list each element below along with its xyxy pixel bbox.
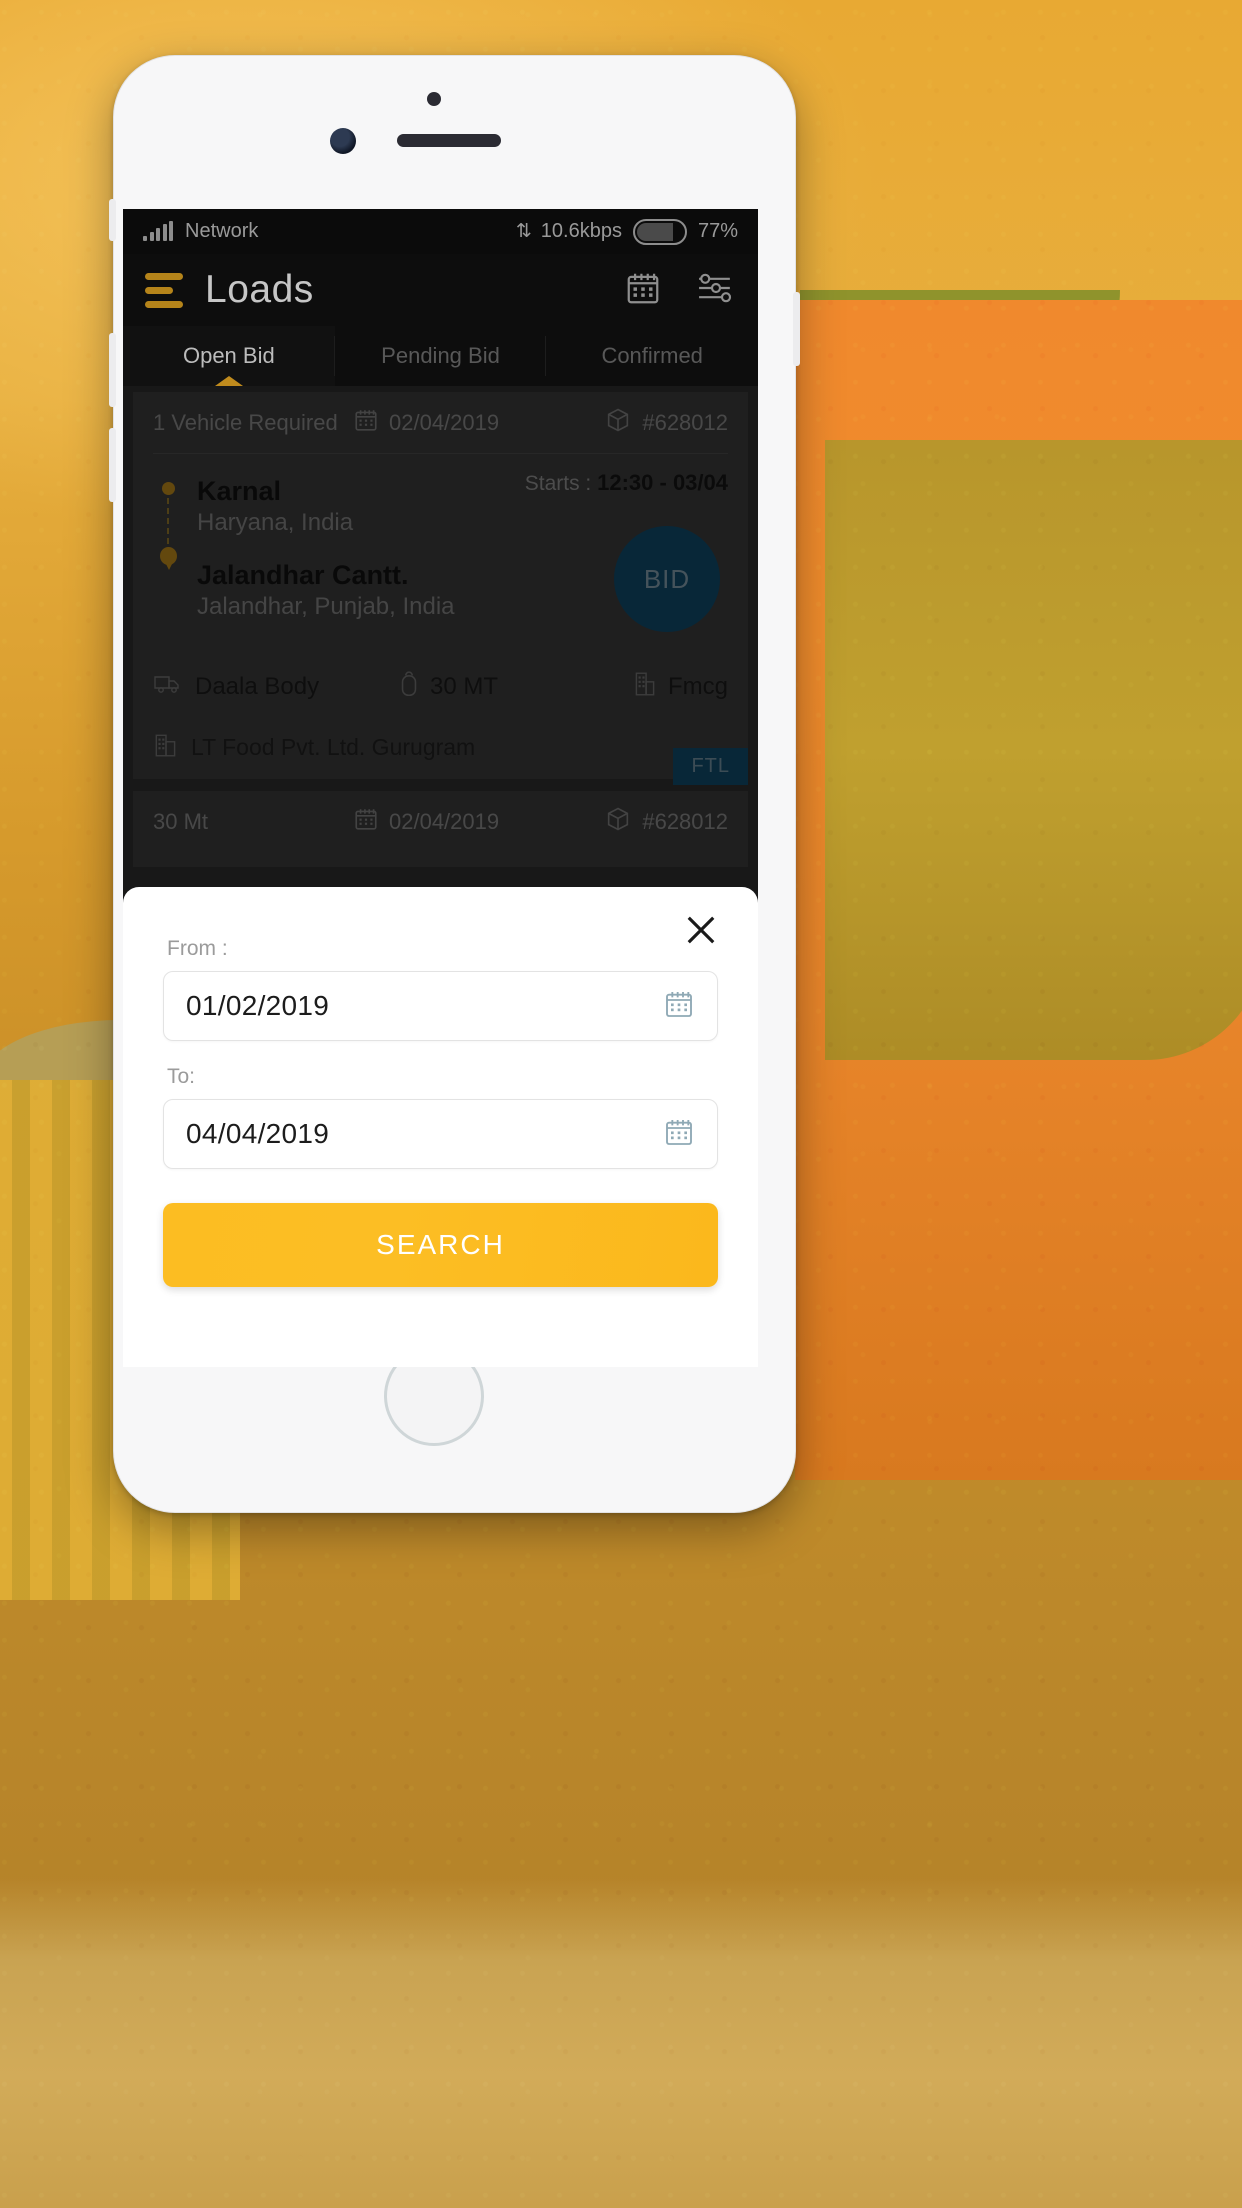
search-button-label: SEARCH [376,1229,505,1260]
phone-mockup: Network ⇅ 10.6kbps 77% Loads Open Bid Pe… [109,55,800,1513]
weight-icon [398,670,420,705]
load-attributes: Daala Body 30 MT Fmcg [153,670,728,705]
search-button[interactable]: SEARCH [163,1203,718,1287]
app-screen: Network ⇅ 10.6kbps 77% Loads Open Bid Pe… [123,209,758,1367]
route-section: Karnal Haryana, India Jalandhar Cantt. J… [153,454,728,644]
from-date-value: 01/02/2019 [186,990,330,1021]
destination-state: Jalandhar, Punjab, India [197,592,455,620]
carrier-label: Network [185,220,259,242]
pickup-date-label: 02/04/2019 [389,808,500,834]
starts-label: Starts : [524,472,592,495]
origin-dot-icon [161,482,175,495]
load-card-header: 1 Vehicle Required 02/04/2019 #628012 [153,392,728,454]
to-label: To: [167,1065,196,1088]
to-date-input[interactable]: 04/04/2019 [163,1099,718,1169]
status-bar: Network ⇅ 10.6kbps 77% [123,209,758,254]
pickup-date-label: 02/04/2019 [389,409,500,435]
route-dashed-line [167,498,169,544]
tab-bar: Open Bid Pending Bid Confirmed [123,326,758,386]
route-pins [153,476,183,644]
calendar-icon[interactable] [663,988,695,1025]
from-label: From : [167,937,228,960]
goods-type-label: Fmcg [668,673,728,701]
start-time-block: Starts : 12:30 - 03/04 [525,470,728,496]
origin-city: Karnal [197,476,282,506]
shipper-row: LT Food Pvt. Ltd. Gurugram FTL [153,731,748,785]
date-filter-modal: From : 01/02/2019 To: 04/04/2019 SEARCH [123,887,758,1367]
filter-sliders-icon[interactable] [696,269,736,312]
calendar-icon[interactable] [624,269,662,312]
loads-list: 1 Vehicle Required 02/04/2019 #628012 Ka… [123,392,758,867]
phone-mute-switch [109,199,116,241]
tab-pending-bid[interactable]: Pending Bid [335,326,547,386]
data-rate-label: 10.6kbps [540,220,622,242]
weight-label: 30 MT [430,673,499,701]
battery-percent-label: 77% [697,220,738,242]
bid-button-label: BID [643,563,691,594]
tab-label: Confirmed [601,343,703,368]
building-icon [153,731,179,765]
load-id-label: #628012 [642,409,728,435]
phone-earpiece-speaker [397,134,501,147]
signal-strength-icon [143,221,173,241]
load-card[interactable]: 1 Vehicle Required 02/04/2019 #628012 Ka… [133,392,748,785]
body-type-label: Daala Body [195,673,320,701]
phone-sensor-dot [427,92,441,106]
package-box-icon [604,406,632,440]
package-box-icon [604,805,632,839]
hamburger-icon[interactable] [145,272,183,308]
industry-icon [632,670,658,705]
origin-state: Haryana, India [197,508,354,536]
app-bar: Loads [123,254,758,326]
phone-front-camera [330,128,356,154]
truck-icon [153,671,183,704]
tab-label: Open Bid [182,343,275,368]
from-date-input[interactable]: 01/02/2019 [163,971,718,1041]
phone-power-button [793,292,800,366]
vehicle-requirement-label: 1 Vehicle Required [153,409,338,435]
tab-label: Pending Bid [381,343,500,368]
starts-value: 12:30 - 03/04 [597,470,728,495]
bid-button[interactable]: BID [614,526,720,632]
tab-open-bid[interactable]: Open Bid [123,326,335,386]
calendar-icon [353,806,379,838]
calendar-icon[interactable] [663,1116,695,1153]
data-transfer-icon: ⇅ [515,221,532,242]
vehicle-requirement-label: 30 Mt [153,808,209,834]
load-type-badge: FTL [673,747,748,785]
tab-confirmed[interactable]: Confirmed [546,326,758,386]
calendar-icon [353,407,379,439]
to-date-value: 04/04/2019 [186,1118,330,1149]
phone-volume-up-button [109,333,116,407]
load-id-label: #628012 [642,808,728,834]
destination-pin-icon [159,547,177,570]
destination-city: Jalandhar Cantt. [197,559,409,590]
phone-volume-down-button [109,428,116,502]
page-title: Loads [205,268,314,311]
load-card[interactable]: 30 Mt 02/04/2019 #628012 [133,790,748,867]
close-icon[interactable] [680,909,722,951]
shipper-name: LT Food Pvt. Ltd. Gurugram [191,734,476,761]
battery-icon [632,218,687,245]
load-card-header: 30 Mt 02/04/2019 #628012 [153,791,728,853]
